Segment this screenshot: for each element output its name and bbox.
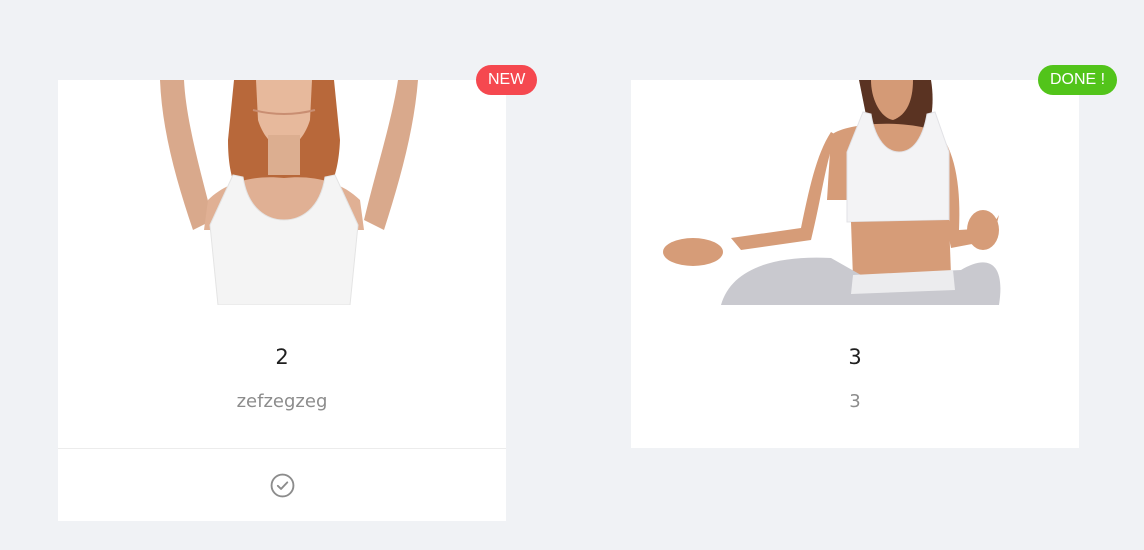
check-circle-icon [270, 473, 294, 497]
card-cover-image [631, 80, 1079, 305]
woman-yoga-meditation-photo [631, 80, 1079, 305]
card-description: zefzegzeg [236, 391, 328, 412]
card-title: 2 [275, 345, 289, 369]
card-actions [58, 448, 506, 521]
complete-button[interactable] [269, 472, 295, 498]
exercise-card[interactable]: 2 zefzegzeg [58, 80, 506, 521]
card-description: 3 [849, 391, 861, 412]
exercise-card[interactable]: 3 3 [631, 80, 1079, 448]
card-cover-image [58, 80, 506, 305]
card-title: 3 [848, 345, 862, 369]
woman-arms-raised-photo [58, 80, 506, 305]
new-badge: NEW [476, 65, 538, 95]
done-badge: DONE ! [1038, 65, 1118, 95]
